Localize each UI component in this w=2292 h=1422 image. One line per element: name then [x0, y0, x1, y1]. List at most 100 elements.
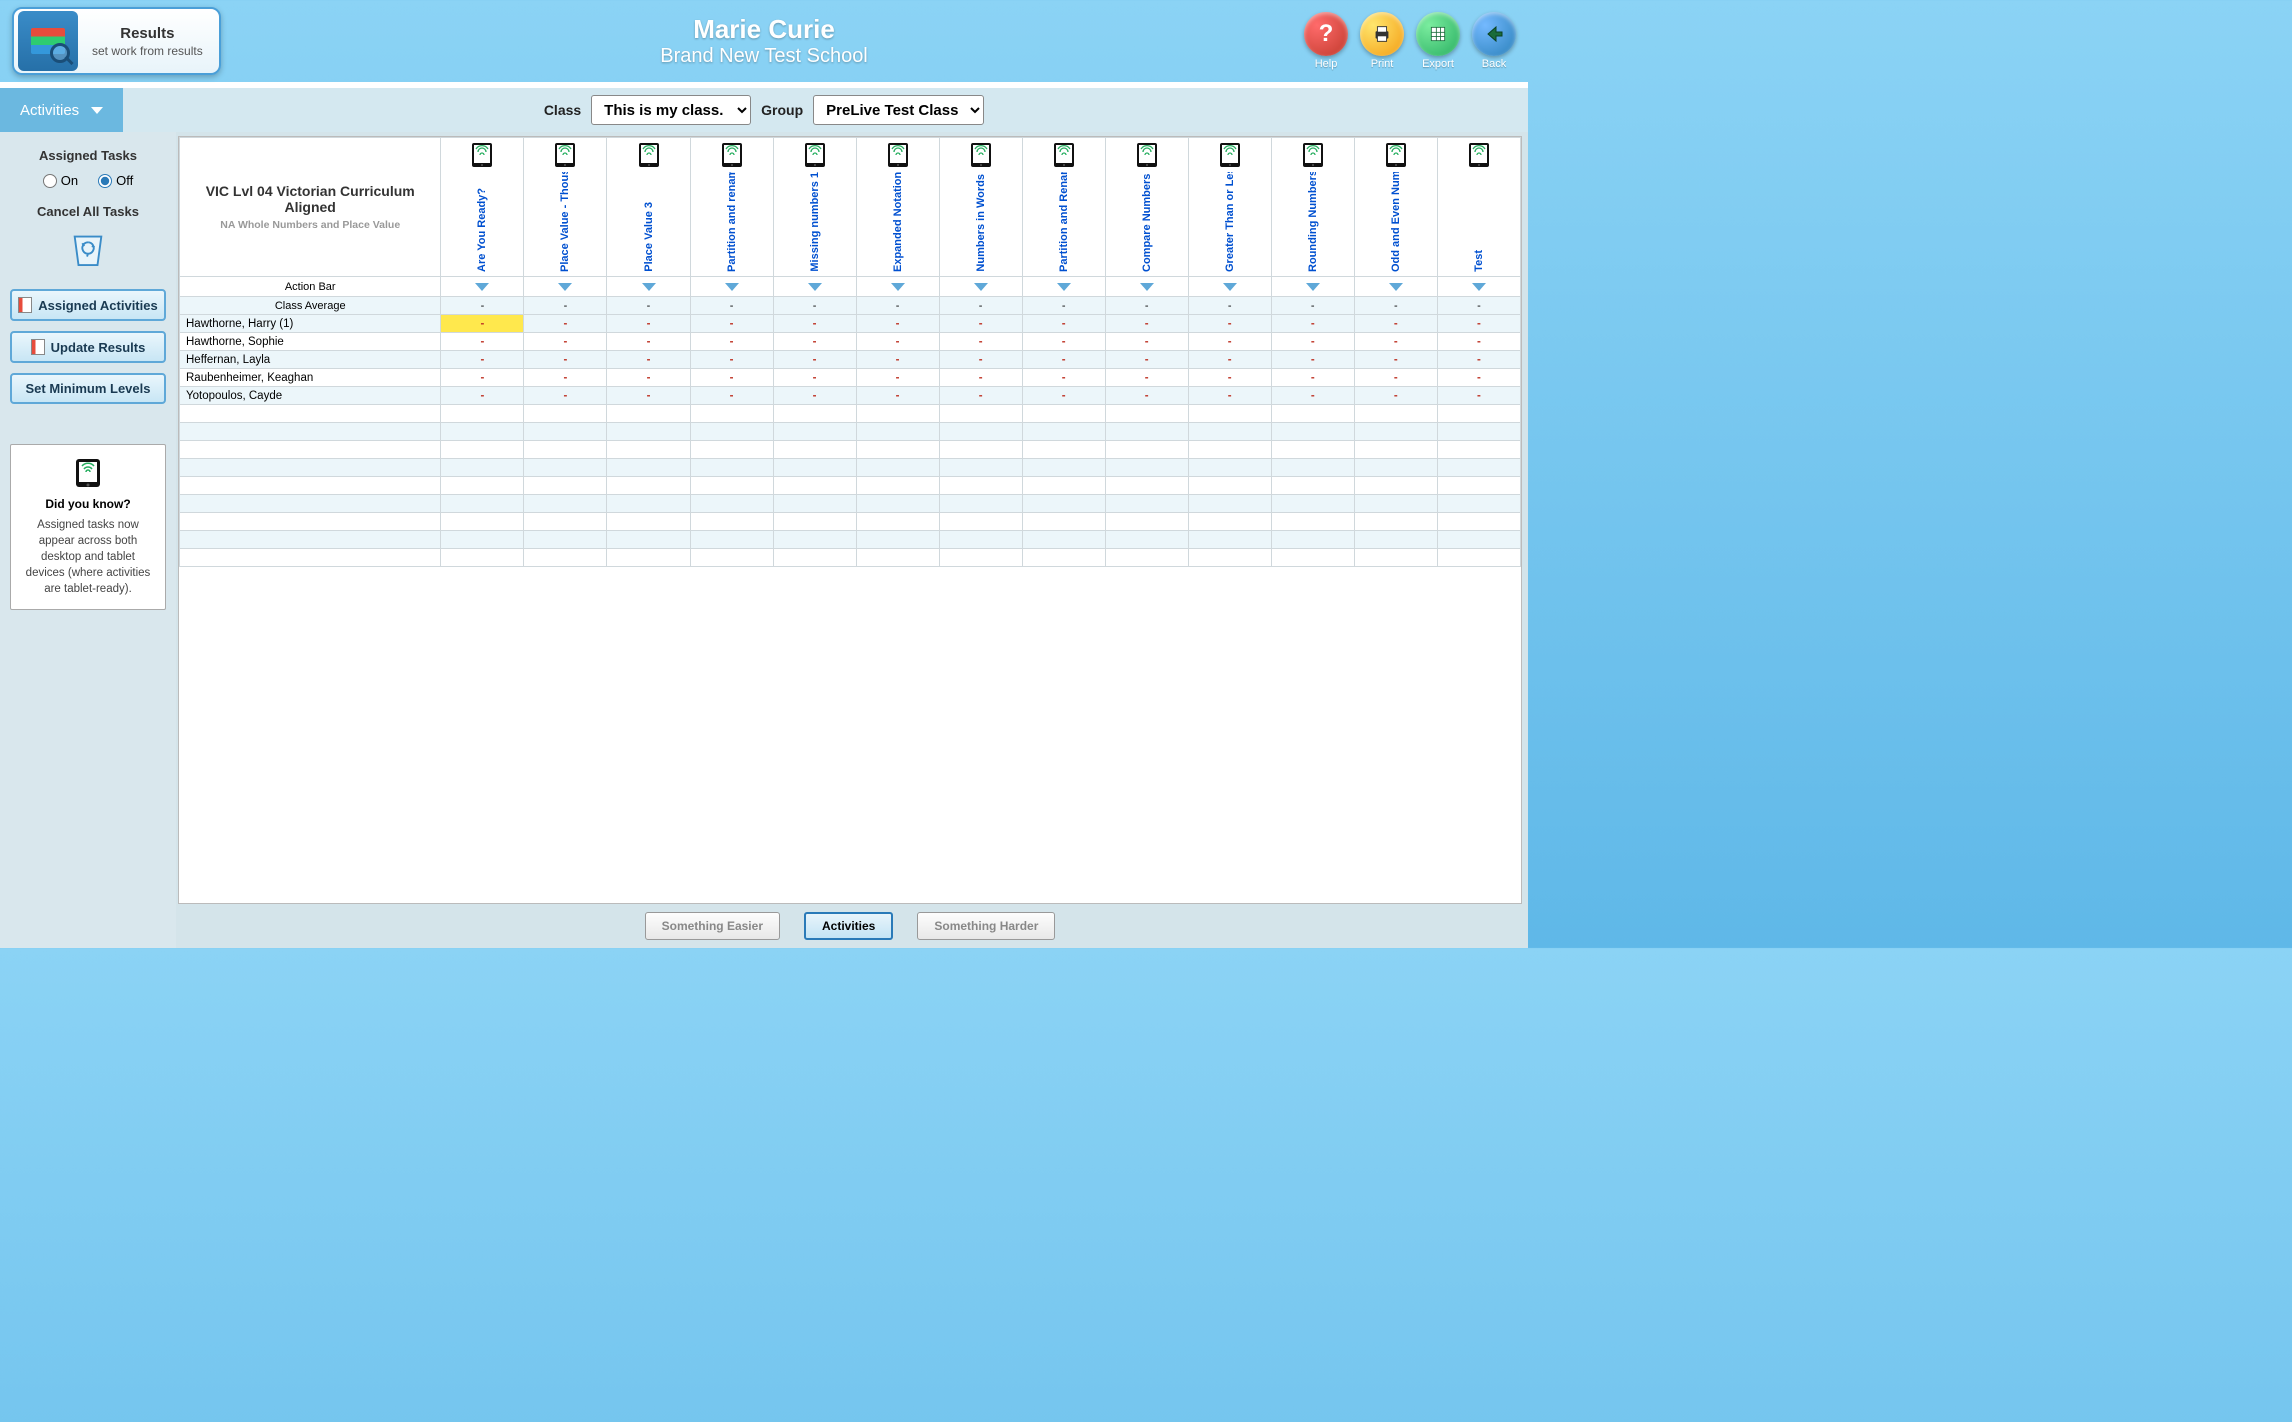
help-button[interactable]: ? Help — [1304, 12, 1348, 70]
column-link[interactable]: Missing numbers 1 — [809, 172, 821, 272]
result-cell[interactable]: - — [1437, 387, 1520, 405]
print-button[interactable]: Print — [1360, 12, 1404, 70]
action-dropdown-icon[interactable] — [1223, 283, 1237, 291]
result-cell[interactable]: - — [773, 351, 856, 369]
result-cell[interactable]: - — [690, 315, 773, 333]
column-link[interactable]: Odd and Even Numbers 1 — [1390, 172, 1402, 272]
result-cell[interactable]: - — [1437, 351, 1520, 369]
result-cell[interactable]: - — [441, 369, 524, 387]
result-cell[interactable]: - — [607, 369, 690, 387]
group-select[interactable]: PreLive Test Class — [813, 95, 984, 125]
update-results-button[interactable]: Update Results — [10, 331, 166, 363]
result-cell[interactable]: - — [607, 333, 690, 351]
column-link[interactable]: Are You Ready? — [476, 188, 488, 272]
action-dropdown-icon[interactable] — [1140, 283, 1154, 291]
assigned-activities-button[interactable]: Assigned Activities — [10, 289, 166, 321]
something-easier-button[interactable]: Something Easier — [645, 912, 780, 940]
result-cell[interactable]: - — [1022, 351, 1105, 369]
result-cell[interactable]: - — [773, 315, 856, 333]
result-cell[interactable]: - — [1022, 369, 1105, 387]
result-cell[interactable]: - — [690, 333, 773, 351]
result-cell[interactable]: - — [1105, 333, 1188, 351]
result-cell[interactable]: - — [1105, 351, 1188, 369]
result-cell[interactable]: - — [1022, 333, 1105, 351]
column-link[interactable]: Greater Than or Less Than 1 — [1224, 172, 1236, 272]
result-cell[interactable]: - — [690, 387, 773, 405]
column-link[interactable]: Partition and rename — [726, 172, 738, 272]
class-select[interactable]: This is my class. — [591, 95, 751, 125]
action-dropdown-icon[interactable] — [725, 283, 739, 291]
action-dropdown-icon[interactable] — [558, 283, 572, 291]
result-cell[interactable]: - — [1188, 315, 1271, 333]
result-cell[interactable]: - — [856, 387, 939, 405]
activities-tab[interactable]: Activities — [0, 88, 123, 132]
result-cell[interactable]: - — [856, 315, 939, 333]
result-cell[interactable]: - — [939, 387, 1022, 405]
recycle-bin-icon[interactable] — [69, 227, 107, 269]
student-name[interactable]: Yotopoulos, Cayde — [180, 387, 441, 405]
result-cell[interactable]: - — [524, 387, 607, 405]
result-cell[interactable]: - — [1437, 333, 1520, 351]
result-cell[interactable]: - — [441, 333, 524, 351]
result-cell[interactable]: - — [1271, 333, 1354, 351]
student-name[interactable]: Heffernan, Layla — [180, 351, 441, 369]
action-dropdown-icon[interactable] — [1389, 283, 1403, 291]
result-cell[interactable]: - — [1271, 315, 1354, 333]
result-cell[interactable]: - — [1354, 315, 1437, 333]
result-cell[interactable]: - — [1271, 387, 1354, 405]
result-cell[interactable]: - — [690, 351, 773, 369]
column-link[interactable]: Numbers in Words — [975, 174, 987, 272]
result-cell[interactable]: - — [1022, 387, 1105, 405]
student-name[interactable]: Raubenheimer, Keaghan — [180, 369, 441, 387]
result-cell[interactable]: - — [690, 369, 773, 387]
something-harder-button[interactable]: Something Harder — [917, 912, 1055, 940]
export-button[interactable]: Export — [1416, 12, 1460, 70]
result-cell[interactable]: - — [1437, 369, 1520, 387]
result-cell[interactable]: - — [1105, 387, 1188, 405]
result-cell[interactable]: - — [1188, 351, 1271, 369]
result-cell[interactable]: - — [939, 351, 1022, 369]
result-cell[interactable]: - — [524, 351, 607, 369]
result-cell[interactable]: - — [1105, 369, 1188, 387]
result-cell[interactable]: - — [1188, 387, 1271, 405]
result-cell[interactable]: - — [1354, 333, 1437, 351]
assigned-on-radio[interactable]: On — [43, 173, 78, 188]
result-cell[interactable]: - — [856, 351, 939, 369]
result-cell[interactable]: - — [1354, 387, 1437, 405]
result-cell[interactable]: - — [939, 333, 1022, 351]
result-cell[interactable]: - — [773, 333, 856, 351]
result-cell[interactable]: - — [1271, 351, 1354, 369]
result-cell[interactable]: - — [524, 369, 607, 387]
result-cell[interactable]: - — [441, 387, 524, 405]
action-dropdown-icon[interactable] — [891, 283, 905, 291]
result-cell[interactable]: - — [1354, 351, 1437, 369]
result-cell[interactable]: - — [773, 369, 856, 387]
result-cell[interactable]: - — [1105, 315, 1188, 333]
result-cell[interactable]: - — [524, 315, 607, 333]
result-cell[interactable]: - — [1354, 369, 1437, 387]
back-button[interactable]: Back — [1472, 12, 1516, 70]
column-link[interactable]: Compare Numbers to 100 — [1141, 172, 1153, 272]
results-badge[interactable]: Results set work from results — [12, 7, 221, 75]
set-min-levels-button[interactable]: Set Minimum Levels — [10, 373, 166, 404]
action-dropdown-icon[interactable] — [1057, 283, 1071, 291]
action-dropdown-icon[interactable] — [1306, 283, 1320, 291]
column-link[interactable]: Place Value - Thousands — [559, 172, 571, 272]
result-cell[interactable]: - — [524, 333, 607, 351]
column-link[interactable]: Expanded Notation — [892, 172, 904, 272]
column-link[interactable]: Rounding Numbers — [1307, 172, 1319, 272]
result-cell[interactable]: - — [856, 333, 939, 351]
column-link[interactable]: Test — [1473, 250, 1485, 272]
column-link[interactable]: Partition and Rename 3 — [1058, 172, 1070, 272]
result-cell[interactable]: - — [856, 369, 939, 387]
result-cell[interactable]: - — [1188, 369, 1271, 387]
action-dropdown-icon[interactable] — [642, 283, 656, 291]
result-cell[interactable]: - — [441, 315, 524, 333]
result-cell[interactable]: - — [939, 315, 1022, 333]
action-dropdown-icon[interactable] — [1472, 283, 1486, 291]
result-cell[interactable]: - — [1022, 315, 1105, 333]
result-cell[interactable]: - — [773, 387, 856, 405]
column-link[interactable]: Place Value 3 — [643, 202, 655, 272]
activities-button[interactable]: Activities — [804, 912, 893, 940]
student-name[interactable]: Hawthorne, Sophie — [180, 333, 441, 351]
